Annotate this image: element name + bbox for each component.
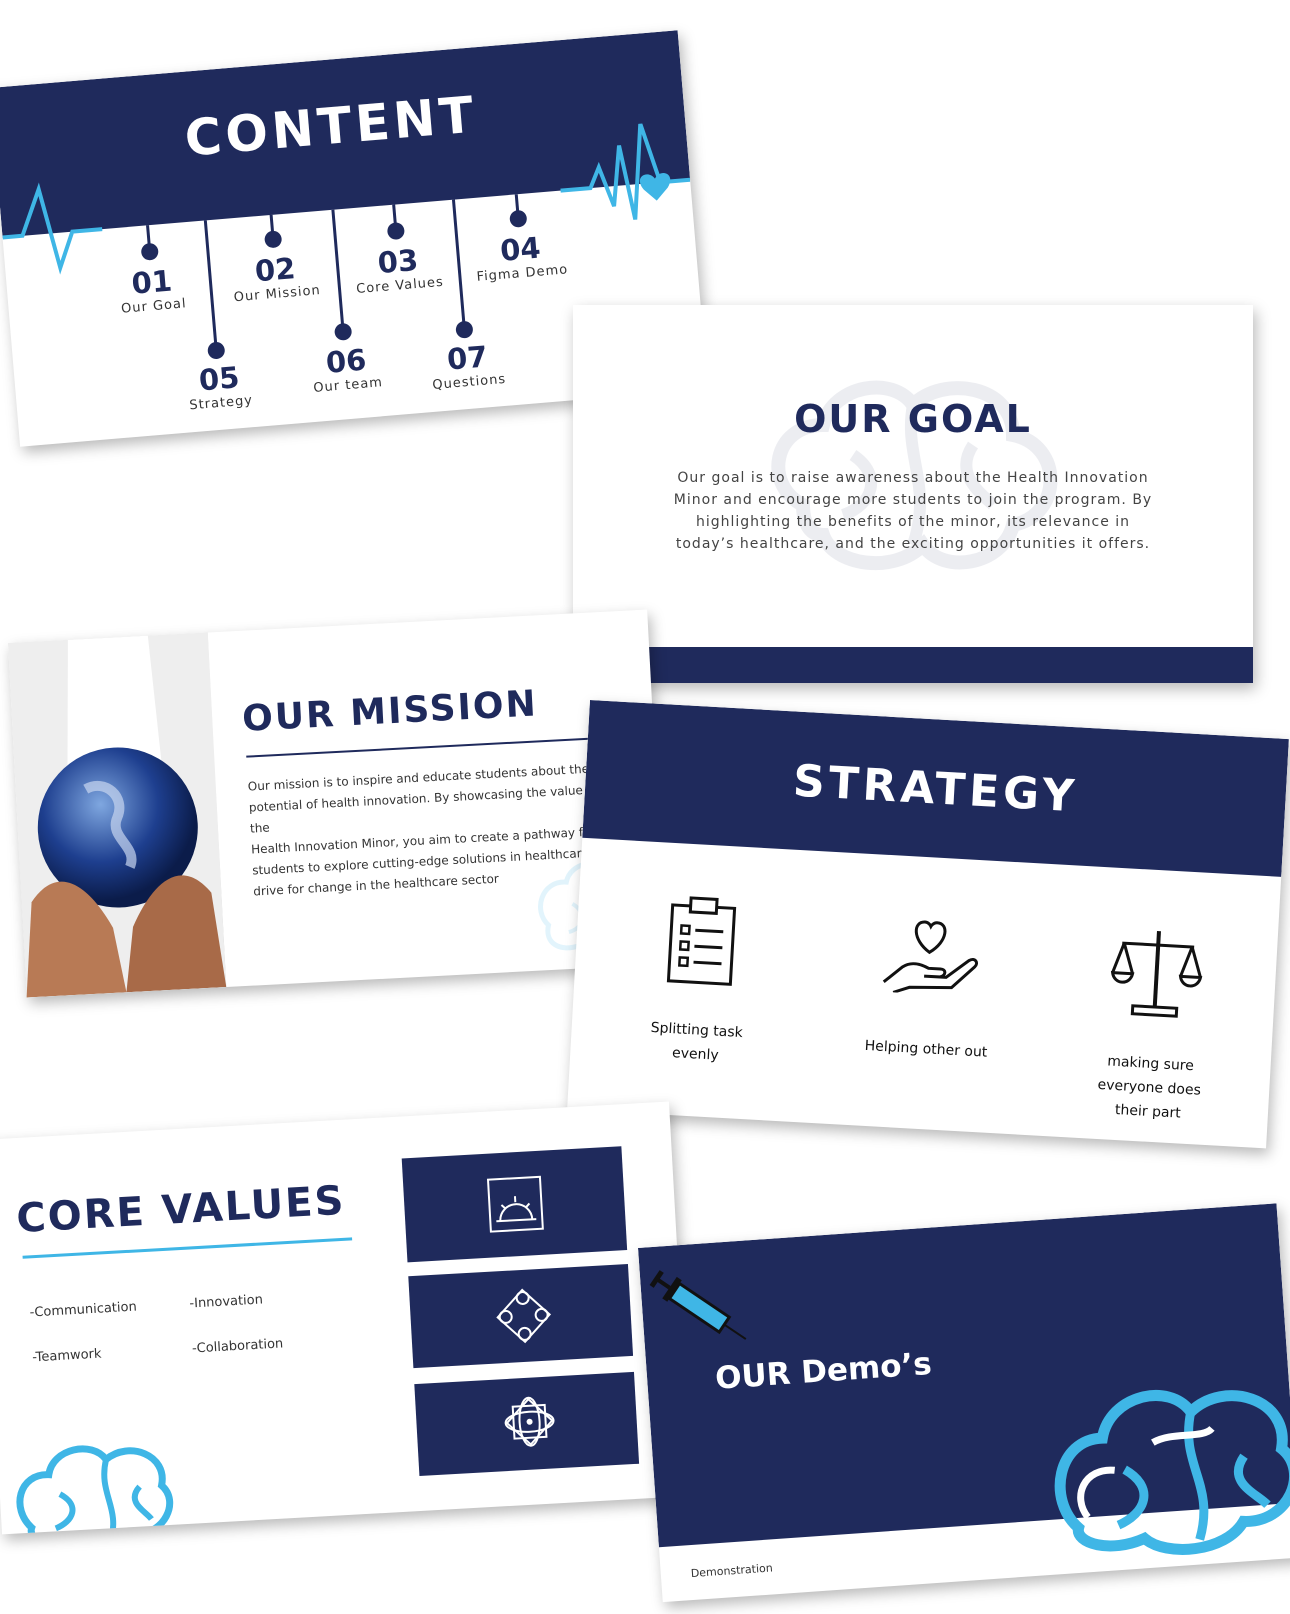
- brain-outline-icon: [16, 1445, 174, 1535]
- globe-icon: [8, 632, 227, 998]
- content-item-03[interactable]: 03 Core Values: [327, 239, 471, 300]
- content-item-07[interactable]: 07 Questions: [396, 335, 540, 396]
- goal-line: highlighting the benefits of the minor, …: [695, 514, 1131, 530]
- atom-pattern-icon: [504, 1396, 555, 1447]
- goal-line: Our goal is to raise awareness about the…: [677, 470, 1149, 486]
- scales-icon: [1110, 931, 1203, 1018]
- core-values-title: CORE VALUES: [15, 1177, 347, 1243]
- clipboard-list-icon: [666, 896, 737, 986]
- strategy-item-3: making sure everyone does their part: [1067, 1047, 1231, 1128]
- strategy-slide: STRATEGY Splitting task evenly Helping o…: [567, 700, 1289, 1149]
- goal-title: OUR GOAL: [794, 397, 1032, 441]
- core-value-item: -Innovation: [189, 1292, 264, 1312]
- content-item-02[interactable]: 02 Our Mission: [204, 247, 348, 308]
- core-value-item: -Collaboration: [191, 1336, 284, 1357]
- core-value-item: -Teamwork: [31, 1346, 102, 1366]
- strategy-item-1: Splitting task evenly: [620, 1014, 772, 1070]
- core-values-slide: CORE VALUES -Communication -Innovation -…: [0, 1101, 691, 1535]
- goal-footer-band: [573, 647, 1253, 683]
- globe-in-hands-image: [8, 632, 227, 998]
- goal-line: today’s healthcare, and the exciting opp…: [675, 536, 1151, 552]
- mission-title: OUR MISSION: [241, 683, 539, 740]
- syringe-icon: [649, 1270, 747, 1340]
- content-item-01[interactable]: 01 Our Goal: [81, 259, 225, 320]
- strategy-item-line: Helping other out: [864, 1037, 988, 1061]
- mission-slide: OUR MISSION Our mission is to inspire an…: [8, 609, 666, 998]
- mission-divider: [246, 737, 601, 758]
- goal-line: Minor and encourage more students to joi…: [673, 492, 1153, 508]
- heart-hand-icon: [882, 920, 978, 994]
- demo-slide: OUR Demo’s Demonstration: [638, 1203, 1290, 1603]
- core-values-divider: [22, 1237, 353, 1259]
- goal-body: Our goal is to raise awareness about the…: [573, 467, 1253, 555]
- diamond-knot-icon: [496, 1288, 552, 1344]
- content-item-05[interactable]: 05 Strategy: [148, 356, 292, 417]
- core-value-item: -Communication: [29, 1299, 138, 1321]
- demo-footer-label: Demonstration: [690, 1561, 774, 1581]
- brain-large-icon: [1054, 1390, 1290, 1555]
- strategy-item-2: Helping other out: [840, 1033, 1011, 1066]
- goal-slide: OUR GOAL Our goal is to raise awareness …: [573, 305, 1253, 683]
- framed-sun-icon: [486, 1175, 544, 1233]
- content-item-04[interactable]: 04 Figma Demo: [449, 226, 593, 287]
